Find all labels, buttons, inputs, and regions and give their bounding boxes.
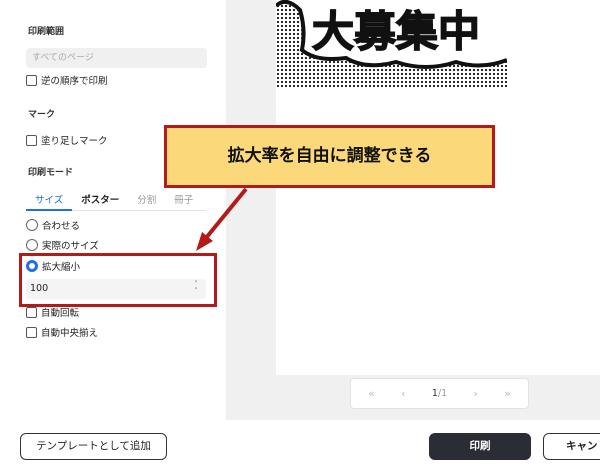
marks-label: マーク xyxy=(28,110,56,120)
auto-rotate-label: 自動回転 xyxy=(41,308,80,319)
page-navigator: « ‹ 1/1 › » xyxy=(350,378,529,409)
checkbox-icon xyxy=(26,326,37,338)
radio-actual-size-label: 実際のサイズ xyxy=(42,241,99,252)
auto-center-checkbox[interactable]: 自動中央揃え xyxy=(26,325,98,339)
checkbox-icon xyxy=(26,134,37,146)
checkbox-icon xyxy=(26,74,37,86)
bleed-mark-checkbox[interactable]: 塗り足しマーク xyxy=(26,133,108,147)
tab-size[interactable]: サイズ xyxy=(26,193,73,211)
prev-page-icon[interactable]: ‹ xyxy=(401,387,405,400)
radio-actual-size[interactable]: 実際のサイズ xyxy=(26,238,99,252)
tab-split[interactable]: 分割 xyxy=(128,193,165,211)
first-page-icon[interactable]: « xyxy=(368,387,375,400)
scale-highlight-frame xyxy=(19,253,217,307)
radio-icon xyxy=(26,219,38,231)
radio-fit-label: 合わせる xyxy=(42,221,81,232)
cancel-button[interactable]: キャン xyxy=(543,433,600,460)
radio-icon xyxy=(26,239,38,251)
auto-center-label: 自動中央揃え xyxy=(41,328,99,339)
comic-title-text: 大募集中 xyxy=(312,7,480,56)
print-mode-label: 印刷モード xyxy=(28,168,74,178)
next-page-icon[interactable]: › xyxy=(473,387,477,400)
print-button[interactable]: 印刷 xyxy=(429,433,531,460)
comic-preview-image: 大募集中 xyxy=(276,0,507,88)
bleed-mark-label: 塗り足しマーク xyxy=(41,136,108,147)
print-settings-panel: 印刷範囲 すべてのページ 逆の順序で印刷 マーク 塗り足しマーク 印刷モード サ… xyxy=(0,0,226,420)
reverse-order-label: 逆の順序で印刷 xyxy=(41,76,108,87)
tab-poster[interactable]: ポスター xyxy=(72,193,128,211)
last-page-icon[interactable]: » xyxy=(504,387,511,400)
radio-fit[interactable]: 合わせる xyxy=(26,218,80,232)
add-template-button[interactable]: テンプレートとして追加 xyxy=(20,433,167,460)
print-range-label: 印刷範囲 xyxy=(28,27,65,37)
total-pages: /1 xyxy=(437,388,448,399)
reverse-order-checkbox[interactable]: 逆の順序で印刷 xyxy=(26,73,108,87)
auto-rotate-checkbox[interactable]: 自動回転 xyxy=(26,305,79,319)
callout-annotation: 拡大率を自由に調整できる xyxy=(164,125,495,188)
page-range-select[interactable]: すべてのページ xyxy=(26,48,207,68)
tab-booklet[interactable]: 冊子 xyxy=(165,193,202,211)
checkbox-icon xyxy=(26,306,37,318)
page-indicator: 1/1 xyxy=(432,388,447,399)
print-mode-tabs: サイズ ポスター 分割 冊子 xyxy=(26,193,206,211)
